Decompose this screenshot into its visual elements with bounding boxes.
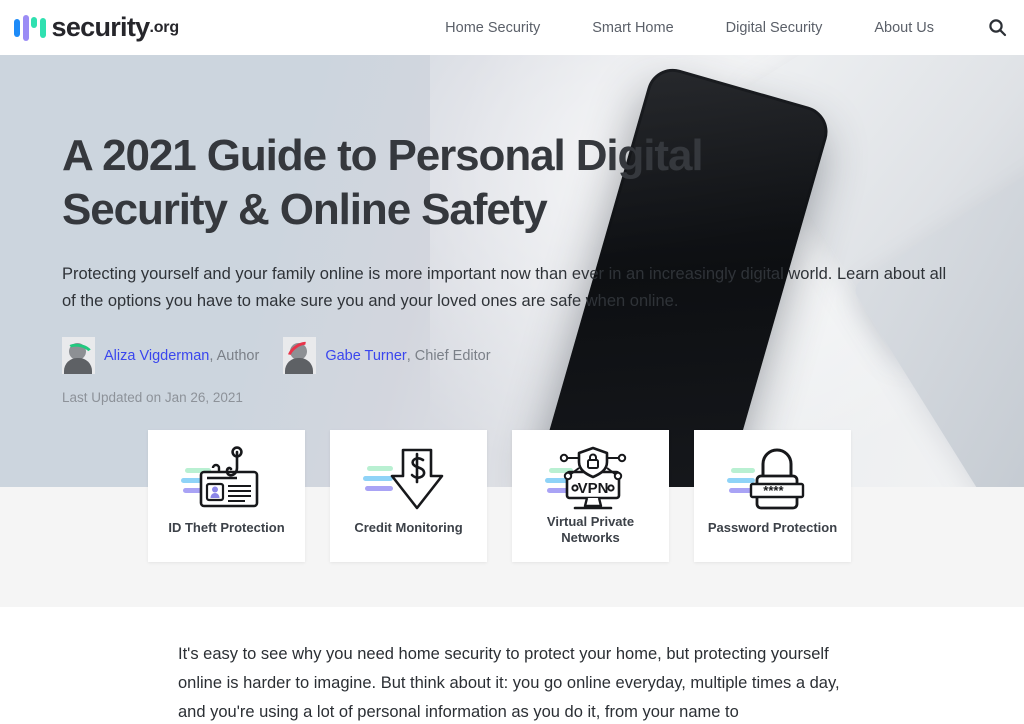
hero-section: A 2021 Guide to Personal Digital Securit… [0,55,1024,487]
id-badge-fishing-hook-icon [179,446,275,514]
last-updated-text: Last Updated on Jan 26, 2021 [62,390,243,405]
author-name-link[interactable]: Aliza Vigderman [104,348,209,364]
author-gabe-turner[interactable]: Gabe Turner , Chief Editor [283,337,491,374]
byline: Aliza Vigderman , Author Gabe Turner , C… [62,337,1024,374]
main-navigation: Home Security Smart Home Digital Securit… [445,17,1024,39]
card-label: Password Protection [707,520,838,535]
page-root: security .org Home Security Smart Home D… [0,0,1024,724]
author-role: , Author [209,347,260,364]
nav-item-digital-security[interactable]: Digital Security [726,20,823,36]
svg-text:****_: ****_ [763,483,791,498]
logo-tld: .org [149,18,179,36]
hero-subtitle: Protecting yourself and your family onli… [62,265,947,310]
padlock-password-icon: ****_ [725,446,821,514]
author-role: , Chief Editor [406,347,491,364]
card-label: ID Theft Protection [168,520,285,535]
avatar [62,337,95,374]
site-logo[interactable]: security .org [14,12,179,43]
topic-card-list: ID Theft Protection Credit Monitoring VP… [148,430,876,562]
card-credit-monitoring[interactable]: Credit Monitoring [330,430,487,562]
vpn-monitor-shield-icon: VPN [543,446,639,514]
card-virtual-private-networks[interactable]: VPN Virtual Private Networks [512,430,669,562]
card-label: Virtual Private Networks [546,514,635,545]
avatar [283,337,317,374]
nav-item-smart-home[interactable]: Smart Home [592,20,673,36]
search-icon[interactable] [986,17,1008,39]
site-header: security .org Home Security Smart Home D… [0,0,1024,55]
nav-item-home-security[interactable]: Home Security [445,20,540,36]
nav-item-about-us[interactable]: About Us [874,20,934,36]
article-paragraph: It's easy to see why you need home secur… [178,645,840,721]
svg-text:VPN: VPN [577,480,608,497]
page-title: A 2021 Guide to Personal Digital Securit… [62,131,704,234]
author-aliza-vigderman[interactable]: Aliza Vigderman , Author [62,337,259,374]
card-label: Credit Monitoring [354,520,463,535]
author-name-link[interactable]: Gabe Turner [325,348,406,364]
logo-bars-icon [14,14,46,41]
card-password-protection[interactable]: ****_ Password Protection [694,430,851,562]
card-id-theft-protection[interactable]: ID Theft Protection [148,430,305,562]
logo-wordmark: security [51,12,151,42]
article-body: It's easy to see why you need home secur… [178,640,858,724]
dollar-down-arrow-icon [361,446,457,514]
